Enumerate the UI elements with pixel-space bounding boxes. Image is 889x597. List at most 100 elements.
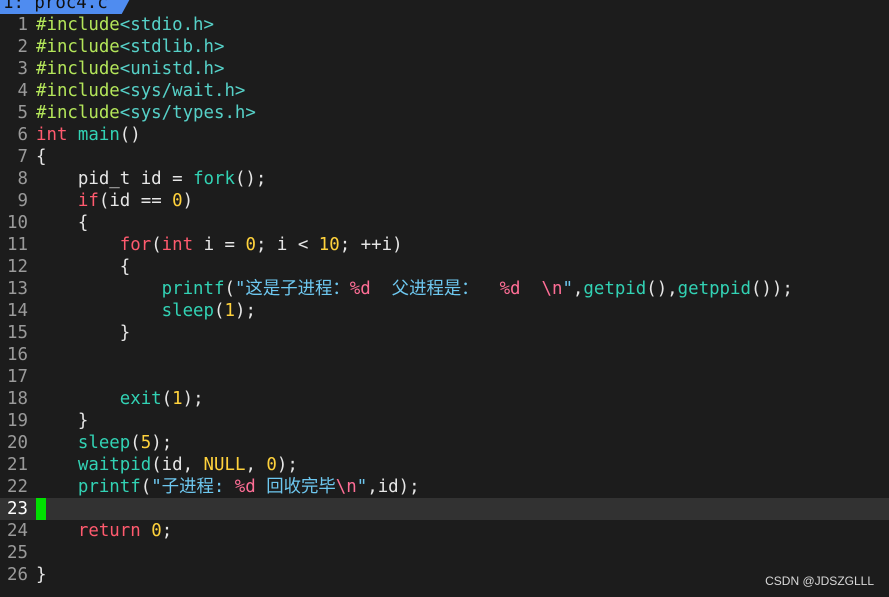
line-number: 6 bbox=[17, 125, 28, 145]
code-line[interactable]: 2 #include<stdlib.h> bbox=[0, 36, 889, 58]
token-format: %d bbox=[234, 477, 256, 497]
code-line[interactable]: 3 #include<unistd.h> bbox=[0, 58, 889, 80]
token-number: 0 bbox=[266, 455, 277, 475]
code-text: int main() bbox=[36, 124, 141, 146]
code-text: #include<sys/wait.h> bbox=[36, 80, 245, 102]
code-text: { bbox=[36, 146, 46, 168]
code-text: #include<stdio.h> bbox=[36, 14, 214, 36]
code-line[interactable]: 20 sleep(5); bbox=[0, 432, 889, 454]
code-text: for(int i = 0; i < 10; ++i) bbox=[36, 234, 403, 256]
token-function: waitpid bbox=[77, 455, 152, 475]
token-preproc: #include bbox=[36, 81, 120, 101]
token-text: ; bbox=[161, 521, 173, 541]
code-line[interactable]: 9 if(id == 0) bbox=[0, 190, 889, 212]
token-keyword: for bbox=[119, 235, 152, 255]
code-line[interactable]: 17 bbox=[0, 366, 889, 388]
code-line[interactable]: 18 exit(1); bbox=[0, 388, 889, 410]
code-line[interactable]: 10 { bbox=[0, 212, 889, 234]
line-number: 22 bbox=[7, 477, 28, 497]
line-number: 20 bbox=[7, 433, 28, 453]
code-line[interactable]: 6 int main() bbox=[0, 124, 889, 146]
code-editor[interactable]: 1 #include<stdio.h> 2 #include<stdlib.h> 3 #i… bbox=[0, 14, 889, 586]
token-header: <unistd.h> bbox=[119, 59, 225, 79]
token-text: ; i < bbox=[255, 235, 319, 255]
line-number: 1 bbox=[17, 15, 28, 35]
code-line[interactable]: 21 waitpid(id, NULL, 0); bbox=[0, 454, 889, 476]
code-line[interactable]: 25 bbox=[0, 542, 889, 564]
token-type: int bbox=[161, 235, 194, 255]
code-text: pid_t id = fork(); bbox=[36, 168, 267, 190]
code-line-current[interactable]: 23 bbox=[0, 498, 889, 520]
code-text: } bbox=[36, 564, 46, 586]
code-line[interactable]: 1 #include<stdio.h> bbox=[0, 14, 889, 36]
token-function: printf bbox=[161, 279, 225, 299]
token-text: , bbox=[245, 455, 267, 475]
token-string: " bbox=[562, 279, 573, 299]
token-header: <stdlib.h> bbox=[119, 37, 225, 57]
token-preproc: #include bbox=[36, 37, 120, 57]
token-function: printf bbox=[77, 477, 141, 497]
token-preproc: #include bbox=[36, 15, 120, 35]
code-line[interactable]: 19 } bbox=[0, 410, 889, 432]
code-line[interactable]: 15 } bbox=[0, 322, 889, 344]
token-text: (), bbox=[646, 279, 678, 299]
line-number: 2 bbox=[17, 37, 28, 57]
token-text: ( bbox=[161, 389, 173, 409]
code-line[interactable]: 4 #include<sys/wait.h> bbox=[0, 80, 889, 102]
token-number: 1 bbox=[224, 301, 235, 321]
token-text: (id, bbox=[151, 455, 204, 475]
code-text: { bbox=[36, 212, 88, 234]
line-number: 8 bbox=[17, 169, 28, 189]
token-string bbox=[521, 279, 542, 299]
line-number: 17 bbox=[7, 367, 28, 387]
line-number: 26 bbox=[7, 565, 28, 585]
code-text: { bbox=[36, 256, 130, 278]
token-text: ) bbox=[182, 191, 194, 211]
code-line[interactable]: 16 bbox=[0, 344, 889, 366]
token-text: ); bbox=[151, 433, 173, 453]
code-text: waitpid(id, NULL, 0); bbox=[36, 454, 298, 476]
code-line[interactable]: 7{ bbox=[0, 146, 889, 168]
token-text: ( bbox=[224, 279, 235, 299]
token-text: ( bbox=[151, 235, 162, 255]
code-text: #include<sys/types.h> bbox=[36, 102, 256, 124]
code-line[interactable]: 5 #include<sys/types.h> bbox=[0, 102, 889, 124]
code-text: return 0; bbox=[36, 520, 172, 542]
token-text: ( bbox=[140, 477, 152, 497]
token-text: , bbox=[572, 279, 584, 299]
token-string: "子进程: bbox=[151, 477, 235, 497]
token-function: fork bbox=[193, 169, 235, 189]
token-function: getppid bbox=[677, 279, 751, 299]
code-line[interactable]: 12 { bbox=[0, 256, 889, 278]
token-header: <stdio.h> bbox=[119, 15, 214, 35]
buffer-tab[interactable]: 1: proc4.c bbox=[0, 0, 134, 14]
token-text: } bbox=[36, 411, 89, 431]
token-text: ); bbox=[234, 301, 256, 321]
token-number: 5 bbox=[140, 433, 152, 453]
token-text: () bbox=[119, 125, 141, 145]
code-line[interactable]: 22 printf("子进程: %d 回收完毕\n",id); bbox=[0, 476, 889, 498]
code-text: } bbox=[36, 322, 130, 344]
token-function: main bbox=[77, 125, 120, 145]
code-line[interactable]: 26} bbox=[0, 564, 889, 586]
code-line[interactable]: 8 pid_t id = fork(); bbox=[0, 168, 889, 190]
line-number: 25 bbox=[7, 543, 28, 563]
code-text: sleep(5); bbox=[36, 432, 172, 454]
code-line[interactable]: 14 sleep(1); bbox=[0, 300, 889, 322]
code-line[interactable]: 13 printf("这是子进程：%d 父进程是： %d \n",getpid(… bbox=[0, 278, 889, 300]
token-text: ( bbox=[130, 433, 141, 453]
code-text: printf("这是子进程：%d 父进程是： %d \n",getpid(),g… bbox=[36, 278, 793, 300]
line-number: 11 bbox=[7, 235, 28, 255]
token-header: <sys/types.h> bbox=[119, 103, 256, 123]
code-line[interactable]: 11 for(int i = 0; i < 10; ++i) bbox=[0, 234, 889, 256]
token-text: ()); bbox=[750, 279, 793, 299]
code-line[interactable]: 24 return 0; bbox=[0, 520, 889, 542]
token-text: (); bbox=[234, 169, 267, 189]
